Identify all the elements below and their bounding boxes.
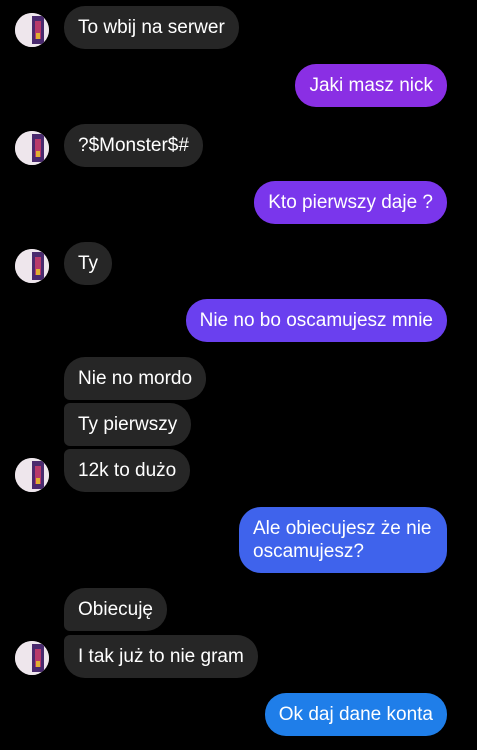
message-text: ?$Monster$# — [78, 135, 189, 156]
contact-avatar[interactable] — [15, 249, 49, 283]
message-outgoing[interactable]: Ale obiecujesz że nie oscamujesz? — [239, 507, 447, 573]
message-text: Ty pierwszy — [78, 414, 178, 435]
message-text: Jaki masz nick — [309, 75, 433, 96]
message-outgoing[interactable]: Ok daj dane konta — [264, 693, 447, 736]
message-text: Kto pierwszy daje ? — [268, 192, 433, 213]
message-text: Obiecuję — [78, 599, 153, 620]
message-incoming[interactable]: 12k to dużo — [64, 449, 191, 492]
message-outgoing[interactable]: Jaki masz nick — [295, 64, 447, 107]
message-incoming[interactable]: Ty pierwszy — [64, 403, 192, 446]
avatar-image — [15, 641, 49, 675]
avatar-image — [15, 131, 49, 165]
message-text: Nie no mordo — [78, 368, 193, 389]
message-incoming[interactable]: Obiecuję — [64, 588, 167, 631]
avatar-image — [15, 458, 49, 492]
message-text: I tak już to nie gram — [78, 646, 244, 667]
message-incoming[interactable]: To wbij na serwer — [64, 6, 239, 49]
message-outgoing[interactable]: Kto pierwszy daje ? — [254, 181, 447, 224]
message-text: Nie no bo oscamujesz mnie — [199, 310, 433, 331]
message-outgoing[interactable]: Nie no bo oscamujesz mnie — [185, 299, 447, 342]
contact-avatar[interactable] — [15, 458, 49, 492]
message-text: Ale obiecujesz że nie oscamujesz? — [253, 518, 432, 562]
message-incoming[interactable]: Nie no mordo — [64, 357, 207, 400]
contact-avatar[interactable] — [15, 131, 49, 165]
contact-avatar[interactable] — [15, 13, 49, 47]
message-incoming[interactable]: I tak już to nie gram — [64, 635, 258, 678]
contact-avatar[interactable] — [15, 641, 49, 675]
avatar-image — [15, 13, 49, 47]
message-text: To wbij na serwer — [78, 17, 225, 38]
message-text: Ty — [78, 253, 99, 274]
message-text: Ok daj dane konta — [278, 704, 433, 725]
message-incoming[interactable]: Ty — [64, 242, 113, 285]
message-text: 12k to dużo — [78, 460, 177, 481]
message-incoming[interactable]: ?$Monster$# — [64, 124, 203, 167]
avatar-image — [15, 249, 49, 283]
